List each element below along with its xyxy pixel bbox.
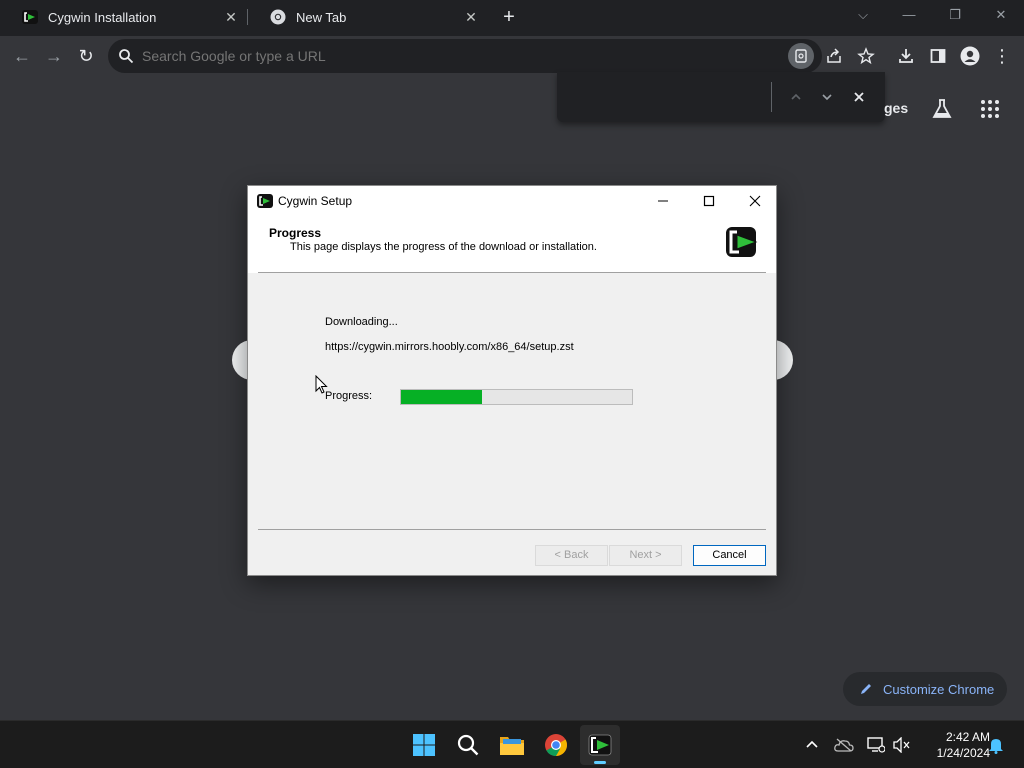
tab-strip: Cygwin Installation ✕ New Tab ✕ + ⌵ — ❐ … (0, 0, 1024, 36)
search-icon (119, 49, 134, 64)
labs-icon[interactable] (930, 97, 954, 121)
close-window-icon[interactable]: ✕ (978, 0, 1024, 32)
google-apps-icon[interactable] (978, 97, 1002, 121)
volume-muted-icon[interactable] (892, 735, 912, 755)
system-clock[interactable]: 2:42 AM 1/24/2024 (918, 729, 990, 761)
cygwin-logo-icon (726, 227, 758, 257)
side-panel-icon[interactable] (926, 44, 950, 68)
find-bar (557, 72, 885, 122)
mouse-cursor-icon (315, 375, 328, 394)
find-in-page-icon[interactable] (788, 43, 814, 69)
next-button[interactable]: Next > (609, 545, 682, 566)
dialog-minimize-icon[interactable] (640, 186, 686, 216)
omnibox[interactable] (108, 39, 822, 73)
cygwin-icon (257, 194, 273, 208)
cygwin-terminal-icon[interactable] (580, 725, 620, 765)
find-divider (771, 82, 772, 112)
restore-icon[interactable]: ❐ (932, 0, 978, 32)
menu-icon[interactable]: ⋮ (990, 44, 1014, 68)
share-icon[interactable] (822, 44, 846, 68)
progress-bar (400, 389, 633, 405)
status-text: Downloading... (325, 316, 398, 328)
windows-start-icon[interactable] (404, 725, 444, 765)
clock-time: 2:42 AM (945, 730, 990, 744)
file-explorer-icon[interactable] (492, 725, 532, 765)
taskbar: 2:42 AM 1/24/2024 (0, 720, 1024, 768)
notification-bell-icon[interactable] (986, 735, 1006, 755)
dialog-titlebar[interactable]: Cygwin Setup (248, 186, 776, 216)
dialog-maximize-icon[interactable] (686, 186, 732, 216)
tab-title: Cygwin Installation (48, 9, 157, 25)
show-hidden-icons-chevron-icon[interactable] (802, 735, 822, 755)
tab-search-icon[interactable]: ⌵ (840, 0, 886, 32)
download-icon[interactable] (894, 44, 918, 68)
find-close-icon[interactable] (848, 86, 870, 108)
customize-chrome-button[interactable]: Customize Chrome (843, 672, 1007, 706)
dialog-header: Progress This page displays the progress… (248, 216, 776, 273)
network-icon[interactable] (866, 735, 886, 755)
page-subtitle: This page displays the progress of the d… (290, 241, 597, 253)
profile-icon[interactable] (958, 44, 982, 68)
page-title: Progress (269, 226, 322, 240)
images-link[interactable]: ges (884, 100, 908, 116)
close-tab-icon[interactable]: ✕ (462, 8, 480, 26)
cygwin-icon (22, 10, 38, 24)
back-button[interactable]: < Back (535, 545, 608, 566)
chrome-icon[interactable] (536, 725, 576, 765)
onedrive-icon[interactable] (834, 735, 854, 755)
omnibox-input[interactable] (142, 39, 742, 73)
reload-icon[interactable]: ↻ (74, 44, 98, 68)
pencil-icon (861, 684, 871, 694)
star-icon[interactable] (854, 44, 878, 68)
chrome-icon (270, 9, 286, 25)
tab-title: New Tab (296, 9, 347, 25)
header-divider (258, 272, 766, 273)
customize-chrome-label: Customize Chrome (883, 681, 995, 697)
dialog-title: Cygwin Setup (278, 194, 353, 208)
toolbar: ← → ↻ ⋮ (0, 36, 1024, 76)
forward-icon[interactable]: → (42, 44, 66, 68)
progress-bar-fill (401, 390, 482, 404)
find-previous-icon[interactable] (785, 86, 807, 108)
cancel-button[interactable]: Cancel (693, 545, 766, 566)
clock-date: 1/24/2024 (936, 746, 990, 760)
footer-divider (258, 529, 766, 530)
search-icon[interactable] (448, 725, 488, 765)
tab-new-tab[interactable]: New Tab ✕ (248, 0, 488, 34)
dialog-close-icon[interactable] (732, 186, 778, 216)
back-icon[interactable]: ← (10, 44, 34, 68)
close-tab-icon[interactable]: ✕ (222, 8, 240, 26)
active-app-indicator (594, 761, 606, 764)
new-tab-button[interactable]: + (498, 7, 520, 29)
find-next-icon[interactable] (816, 86, 838, 108)
file-url: https://cygwin.mirrors.hoobly.com/x86_64… (325, 341, 574, 353)
progress-label: Progress: (325, 390, 373, 402)
minimize-icon[interactable]: — (886, 0, 932, 32)
tab-cygwin-installation[interactable]: Cygwin Installation ✕ (0, 0, 248, 34)
